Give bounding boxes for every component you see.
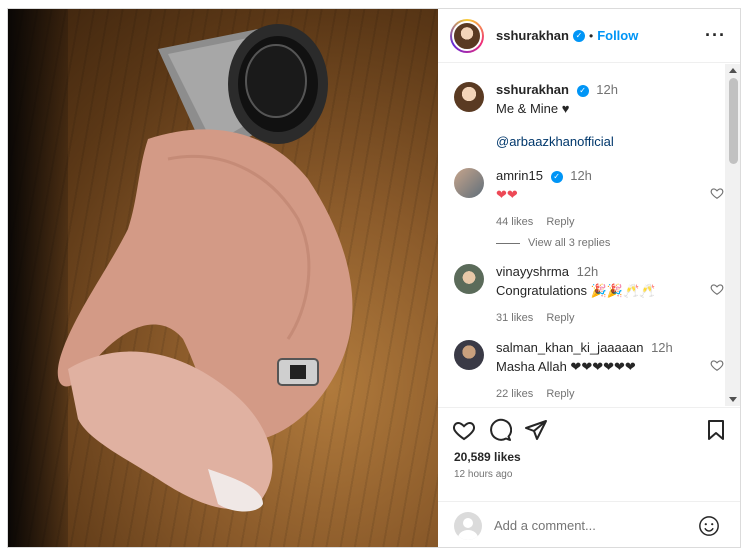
comment-username[interactable]: salman_khan_ki_jaaaaan <box>496 340 643 355</box>
reply-button[interactable]: Reply <box>546 216 574 228</box>
caption-time: 12h <box>596 82 618 97</box>
post-header: sshurakhan ✓ • Follow ··· <box>438 9 740 63</box>
comment-line: amrin15 ✓ 12h <box>496 168 696 183</box>
author-avatar-image <box>452 20 482 51</box>
comment-text: Congratulations 🎉🎉🥂🥂 <box>496 283 656 298</box>
comment-line: vinayyshrma 12h <box>496 264 696 279</box>
comment-time: 12h <box>576 264 599 279</box>
comment-text: ❤❤ <box>496 187 518 202</box>
like-heart-icon[interactable] <box>452 418 476 442</box>
comment-row: vinayyshrma 12h Congratulations 🎉🎉🥂🥂 31 … <box>454 264 724 324</box>
add-comment-bar <box>438 501 740 547</box>
hands-illustration <box>57 24 353 512</box>
caption-username[interactable]: sshurakhan <box>496 82 569 97</box>
current-user-avatar <box>454 511 482 540</box>
comment-avatar[interactable] <box>454 340 484 370</box>
scroll-down-arrow-icon[interactable] <box>729 397 737 402</box>
view-replies-link[interactable]: View all 3 replies <box>496 237 610 249</box>
verified-icon: ✓ <box>576 84 589 97</box>
verified-icon: ✓ <box>550 170 563 183</box>
like-comment-heart-icon[interactable] <box>710 358 724 372</box>
add-comment-input[interactable] <box>494 518 684 533</box>
comment-avatar[interactable] <box>454 168 484 198</box>
caption-avatar[interactable] <box>454 82 484 112</box>
caption-tag-link[interactable]: @arbaazkhanofficial <box>496 134 696 149</box>
scrollbar-thumb[interactable] <box>729 78 738 164</box>
post-actions: 20,589 likes 12 hours ago <box>438 407 740 493</box>
more-horizontal-icon[interactable]: ··· <box>705 25 726 46</box>
comment-avatar[interactable] <box>454 264 484 294</box>
comment-meta: 44 likes Reply <box>496 216 696 228</box>
reply-button[interactable]: Reply <box>546 388 574 400</box>
comment-meta: 22 likes Reply <box>496 388 726 400</box>
post-time-ago: 12 hours ago <box>454 469 513 480</box>
comments-list[interactable]: sshurakhan ✓ 12h Me & Mine ♥ @arbaazkhan… <box>438 64 740 406</box>
post-side-panel: sshurakhan ✓ • Follow ··· sshurakhan ✓ 1… <box>438 9 740 547</box>
comment-likes[interactable]: 44 likes <box>496 216 533 228</box>
separator-dot: • <box>588 28 594 43</box>
comment-likes[interactable]: 31 likes <box>496 312 533 324</box>
like-count[interactable]: 20,589 likes <box>454 450 521 464</box>
view-replies-line <box>496 242 520 244</box>
comment-row: amrin15 ✓ 12h ❤❤ 44 likes Reply <box>454 168 724 228</box>
save-bookmark-icon[interactable] <box>704 418 728 442</box>
view-replies-label: View all 3 replies <box>528 237 611 249</box>
comment-username[interactable]: amrin15 <box>496 168 543 183</box>
comment-body: vinayyshrma 12h Congratulations 🎉🎉🥂🥂 31 … <box>496 264 696 324</box>
comment-text: Masha Allah ❤❤❤❤❤❤ <box>496 359 636 374</box>
comment-body: salman_khan_ki_jaaaaan 12h Masha Allah ❤… <box>496 340 726 400</box>
comment-bubble-icon[interactable] <box>488 418 512 442</box>
comment-line: salman_khan_ki_jaaaaan 12h <box>496 340 726 355</box>
comment-meta: 31 likes Reply <box>496 312 696 324</box>
comment-likes[interactable]: 22 likes <box>496 388 533 400</box>
comment-body: amrin15 ✓ 12h ❤❤ 44 likes Reply <box>496 168 696 228</box>
like-comment-heart-icon[interactable] <box>710 186 724 200</box>
follow-button[interactable]: Follow <box>597 28 638 43</box>
verified-icon: ✓ <box>572 29 585 42</box>
emoji-icon[interactable] <box>698 515 720 537</box>
author-username[interactable]: sshurakhan <box>496 28 569 43</box>
caption-line: sshurakhan ✓ 12h <box>496 82 696 97</box>
share-send-icon[interactable] <box>524 418 548 442</box>
comment-username[interactable]: vinayyshrma <box>496 264 569 279</box>
caption-text: Me & Mine ♥ <box>496 101 570 116</box>
comment-row: salman_khan_ki_jaaaaan 12h Masha Allah ❤… <box>454 340 724 400</box>
post-modal: sshurakhan ✓ • Follow ··· sshurakhan ✓ 1… <box>7 8 741 548</box>
comment-time: 12h <box>651 340 673 355</box>
scroll-up-arrow-icon[interactable] <box>729 68 737 73</box>
reply-button[interactable]: Reply <box>546 312 574 324</box>
comments-scrollbar[interactable] <box>725 64 740 406</box>
caption-body: sshurakhan ✓ 12h Me & Mine ♥ @arbaazkhan… <box>496 82 696 149</box>
like-comment-heart-icon[interactable] <box>710 282 724 296</box>
post-photo[interactable] <box>8 9 438 547</box>
comment-time: 12h <box>570 168 592 183</box>
author-avatar[interactable] <box>450 18 484 53</box>
